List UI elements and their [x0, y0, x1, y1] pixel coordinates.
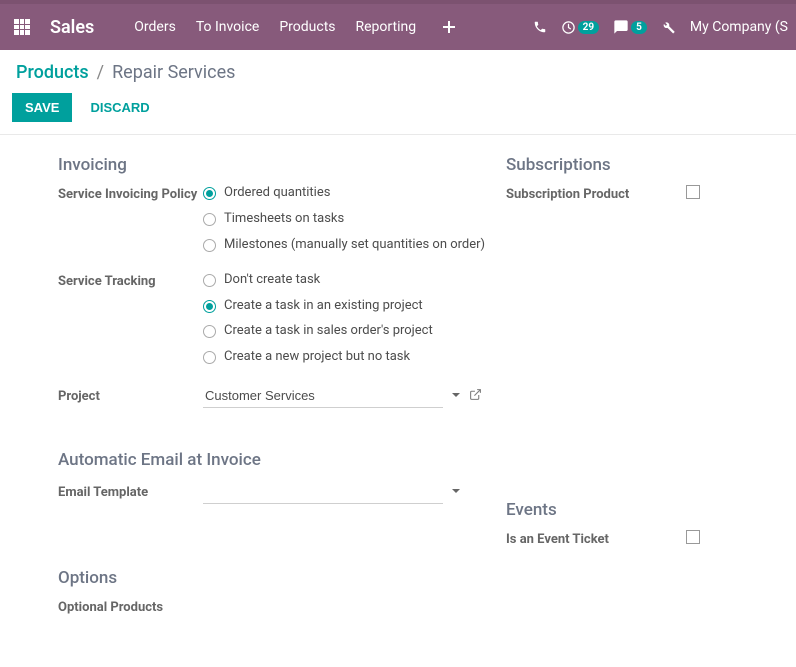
radio-icon [203, 239, 216, 252]
project-input[interactable] [203, 384, 443, 408]
radio-label: Create a task in sales order's project [224, 323, 433, 340]
radio-label: Ordered quantities [224, 185, 330, 202]
service-invoicing-policy-label: Service Invoicing Policy [58, 185, 203, 204]
radio-icon [203, 300, 216, 313]
external-link-icon[interactable] [469, 388, 482, 405]
phone-icon[interactable] [533, 20, 547, 34]
caret-down-icon[interactable] [451, 485, 461, 500]
events-title: Events [506, 500, 758, 520]
radio-icon [203, 351, 216, 364]
caret-down-icon[interactable] [451, 389, 461, 404]
actions-row: SAVE DISCARD [0, 93, 796, 135]
activity-icon[interactable]: 29 [561, 20, 599, 35]
nav-reporting[interactable]: Reporting [356, 19, 417, 35]
tracking-opt-none[interactable]: Don't create task [203, 272, 498, 289]
breadcrumb-sep: / [97, 62, 104, 83]
radio-label: Milestones (manually set quantities on o… [224, 237, 485, 254]
activity-badge: 29 [578, 21, 599, 34]
radio-icon [203, 187, 216, 200]
service-tracking-label: Service Tracking [58, 272, 203, 291]
email-template-input[interactable] [203, 480, 443, 504]
messages-badge: 5 [631, 21, 647, 34]
tracking-opt-existing[interactable]: Create a task in an existing project [203, 298, 498, 315]
radio-label: Timesheets on tasks [224, 211, 344, 228]
subscription-product-checkbox[interactable] [686, 185, 700, 199]
messages-icon[interactable]: 5 [613, 19, 647, 35]
invoicing-title: Invoicing [58, 155, 498, 175]
breadcrumb: Products / Repair Services [0, 50, 796, 93]
nav-orders[interactable]: Orders [134, 19, 176, 35]
radio-label: Create a task in an existing project [224, 298, 423, 315]
apps-icon[interactable] [8, 13, 36, 41]
event-ticket-label: Is an Event Ticket [506, 530, 686, 549]
breadcrumb-root[interactable]: Products [16, 62, 89, 83]
discard-button[interactable]: DISCARD [82, 94, 157, 121]
autoemail-title: Automatic Email at Invoice [58, 450, 498, 470]
radio-label: Don't create task [224, 272, 320, 289]
optional-products-label: Optional Products [58, 598, 203, 617]
subscription-product-label: Subscription Product [506, 185, 686, 204]
nav-items: Orders To Invoice Products Reporting [134, 19, 416, 35]
policy-opt-milestones[interactable]: Milestones (manually set quantities on o… [203, 237, 498, 254]
radio-icon [203, 325, 216, 338]
project-label: Project [58, 387, 203, 406]
tracking-opt-soproject[interactable]: Create a task in sales order's project [203, 323, 498, 340]
radio-icon [203, 213, 216, 226]
policy-opt-timesheets[interactable]: Timesheets on tasks [203, 211, 498, 228]
nav-to-invoice[interactable]: To Invoice [196, 19, 260, 35]
nav-products[interactable]: Products [279, 19, 335, 35]
email-template-label: Email Template [58, 483, 203, 502]
radio-label: Create a new project but no task [224, 349, 410, 366]
subscriptions-title: Subscriptions [506, 155, 758, 175]
policy-opt-ordered[interactable]: Ordered quantities [203, 185, 498, 202]
save-button[interactable]: SAVE [12, 93, 72, 122]
topbar: Sales Orders To Invoice Products Reporti… [0, 4, 796, 50]
event-ticket-checkbox[interactable] [686, 530, 700, 544]
app-brand[interactable]: Sales [50, 17, 94, 38]
breadcrumb-current: Repair Services [112, 62, 235, 83]
company-name[interactable]: My Company (S [690, 19, 788, 35]
tracking-opt-newproject[interactable]: Create a new project but no task [203, 349, 498, 366]
form-area: Invoicing Service Invoicing Policy Order… [0, 135, 796, 667]
plus-icon[interactable] [442, 20, 456, 34]
tools-icon[interactable] [661, 20, 676, 35]
options-title: Options [58, 568, 498, 588]
radio-icon [203, 274, 216, 287]
